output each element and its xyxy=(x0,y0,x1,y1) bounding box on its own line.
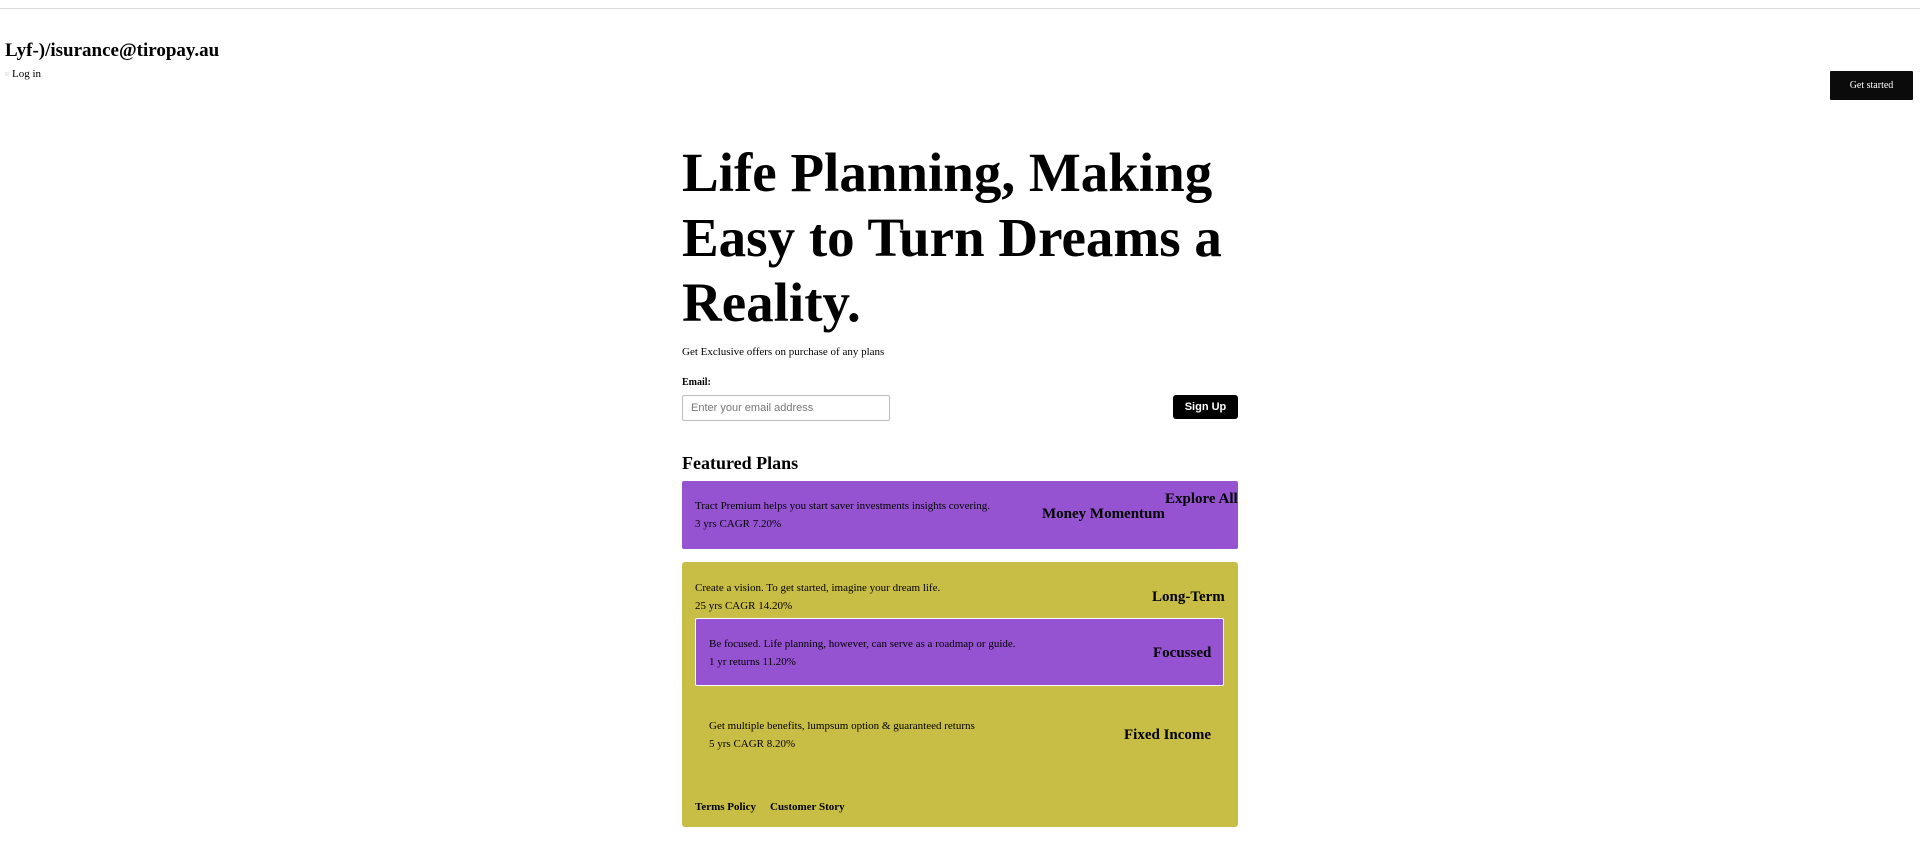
terms-policy-link[interactable]: Terms Policy xyxy=(695,801,756,813)
plan-stat: 5 yrs CAGR 8.20% xyxy=(709,738,796,750)
plan-card-fixed-income-text[interactable]: Get multiple benefits, lumpsum option & … xyxy=(709,717,975,753)
explore-all-link[interactable]: Explore All xyxy=(1165,491,1238,508)
plan-description: Tract Premium helps you start saver inve… xyxy=(695,500,991,512)
plan-stat: 25 yrs CAGR 14.20% xyxy=(695,600,793,612)
plan-description: Get multiple benefits, lumpsum option & … xyxy=(709,720,975,732)
plan-stat: 1 yr returns 11.20% xyxy=(709,656,796,668)
brand-logo-text[interactable]: Lyf-)/isurance@tiropay.au xyxy=(5,40,219,62)
email-label: Email: xyxy=(682,377,711,388)
hero-subtitle: Get Exclusive offers on purchase of any … xyxy=(682,346,885,358)
plan-name-long-term: Long-Term xyxy=(1152,589,1225,605)
sign-up-button[interactable]: Sign Up xyxy=(1173,395,1238,419)
login-link[interactable]: Log in xyxy=(5,68,41,80)
top-divider xyxy=(0,8,1920,9)
hero-title: Life Planning, Making Easy to Turn Dream… xyxy=(682,142,1222,333)
get-started-button[interactable]: Get started xyxy=(1830,71,1913,100)
login-icon xyxy=(5,72,9,76)
hero-section: Life Planning, Making Easy to Turn Dream… xyxy=(682,140,1242,335)
customer-story-link[interactable]: Customer Story xyxy=(770,801,845,813)
plan-name-focussed: Focussed xyxy=(1153,645,1212,661)
plan-card-money-momentum-text: Tract Premium helps you start saver inve… xyxy=(695,497,990,533)
plan-description: Be focused. Life planning, however, can … xyxy=(709,638,1016,650)
email-input[interactable] xyxy=(682,395,890,421)
plan-card-focussed-text: Be focused. Life planning, however, can … xyxy=(709,635,1016,671)
plan-description: Create a vision. To get started, imagine… xyxy=(695,582,941,594)
plan-stat: 3 yrs CAGR 7.20% xyxy=(695,518,782,530)
featured-plans-heading: Featured Plans xyxy=(682,453,799,473)
login-label: Log in xyxy=(12,68,42,80)
plan-name-money-momentum: Money Momentum xyxy=(1042,506,1165,522)
plan-card-long-term-text: Create a vision. To get started, imagine… xyxy=(695,579,940,615)
plan-name-fixed-income: Fixed Income xyxy=(1124,727,1212,743)
